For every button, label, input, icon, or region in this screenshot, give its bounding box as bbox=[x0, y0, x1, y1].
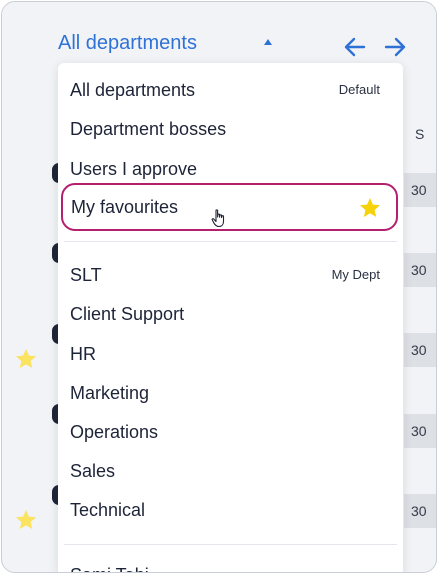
department-dropdown: All departments Default Department bosse… bbox=[58, 63, 403, 572]
menu-item-operations[interactable]: Operations bbox=[70, 416, 390, 448]
table-cell: 30 bbox=[404, 333, 436, 367]
menu-item-label: SLT bbox=[70, 265, 102, 285]
menu-item-label: Sales bbox=[70, 461, 116, 481]
menu-item-client-support[interactable]: Client Support bbox=[70, 298, 390, 330]
menu-item-sales[interactable]: Sales bbox=[70, 455, 390, 487]
menu-item-label: Client Support bbox=[70, 304, 185, 324]
my-dept-tag: My Dept bbox=[331, 267, 380, 282]
divider bbox=[64, 544, 397, 545]
menu-item-label: My favourites bbox=[71, 197, 179, 217]
header: All departments bbox=[2, 2, 436, 64]
arrow-right-icon[interactable] bbox=[383, 36, 407, 58]
menu-item-label: Users I approve bbox=[70, 159, 198, 179]
hand-cursor-icon bbox=[210, 208, 228, 228]
menu-item-partial[interactable]: Sami Tabi bbox=[70, 565, 149, 572]
menu-item-marketing[interactable]: Marketing bbox=[70, 377, 390, 409]
menu-item-hr[interactable]: HR bbox=[70, 338, 390, 370]
divider bbox=[64, 241, 397, 242]
menu-item-slt[interactable]: SLT My Dept bbox=[70, 259, 390, 291]
menu-item-department-bosses[interactable]: Department bosses bbox=[70, 113, 390, 145]
table-cell: 30 bbox=[404, 253, 436, 287]
arrow-left-icon[interactable] bbox=[343, 36, 367, 58]
menu-item-label: Marketing bbox=[70, 383, 150, 403]
table-cell: 30 bbox=[404, 494, 436, 528]
caret-up-icon[interactable] bbox=[264, 39, 272, 45]
menu-item-label: Operations bbox=[70, 422, 159, 442]
menu-item-label: HR bbox=[70, 344, 96, 364]
menu-item-label: Department bosses bbox=[70, 119, 227, 139]
menu-item-technical[interactable]: Technical bbox=[70, 494, 390, 526]
default-tag: Default bbox=[338, 82, 380, 97]
department-select[interactable]: All departments bbox=[58, 32, 197, 55]
menu-item-my-favourites[interactable]: My favourites bbox=[61, 183, 398, 231]
menu-item-label: Technical bbox=[70, 500, 146, 520]
table-cell: 30 bbox=[404, 414, 436, 448]
app-frame: All departments S 30 30 30 30 30 All dep… bbox=[1, 1, 437, 573]
menu-item-label: All departments bbox=[70, 80, 196, 100]
star-icon[interactable] bbox=[14, 347, 38, 371]
menu-item-users-i-approve[interactable]: Users I approve bbox=[70, 153, 390, 185]
menu-item-all-departments[interactable]: All departments Default bbox=[70, 74, 390, 106]
star-icon bbox=[358, 196, 382, 220]
column-header: S bbox=[415, 126, 425, 142]
star-icon[interactable] bbox=[14, 508, 38, 532]
table-cell: 30 bbox=[404, 173, 436, 207]
